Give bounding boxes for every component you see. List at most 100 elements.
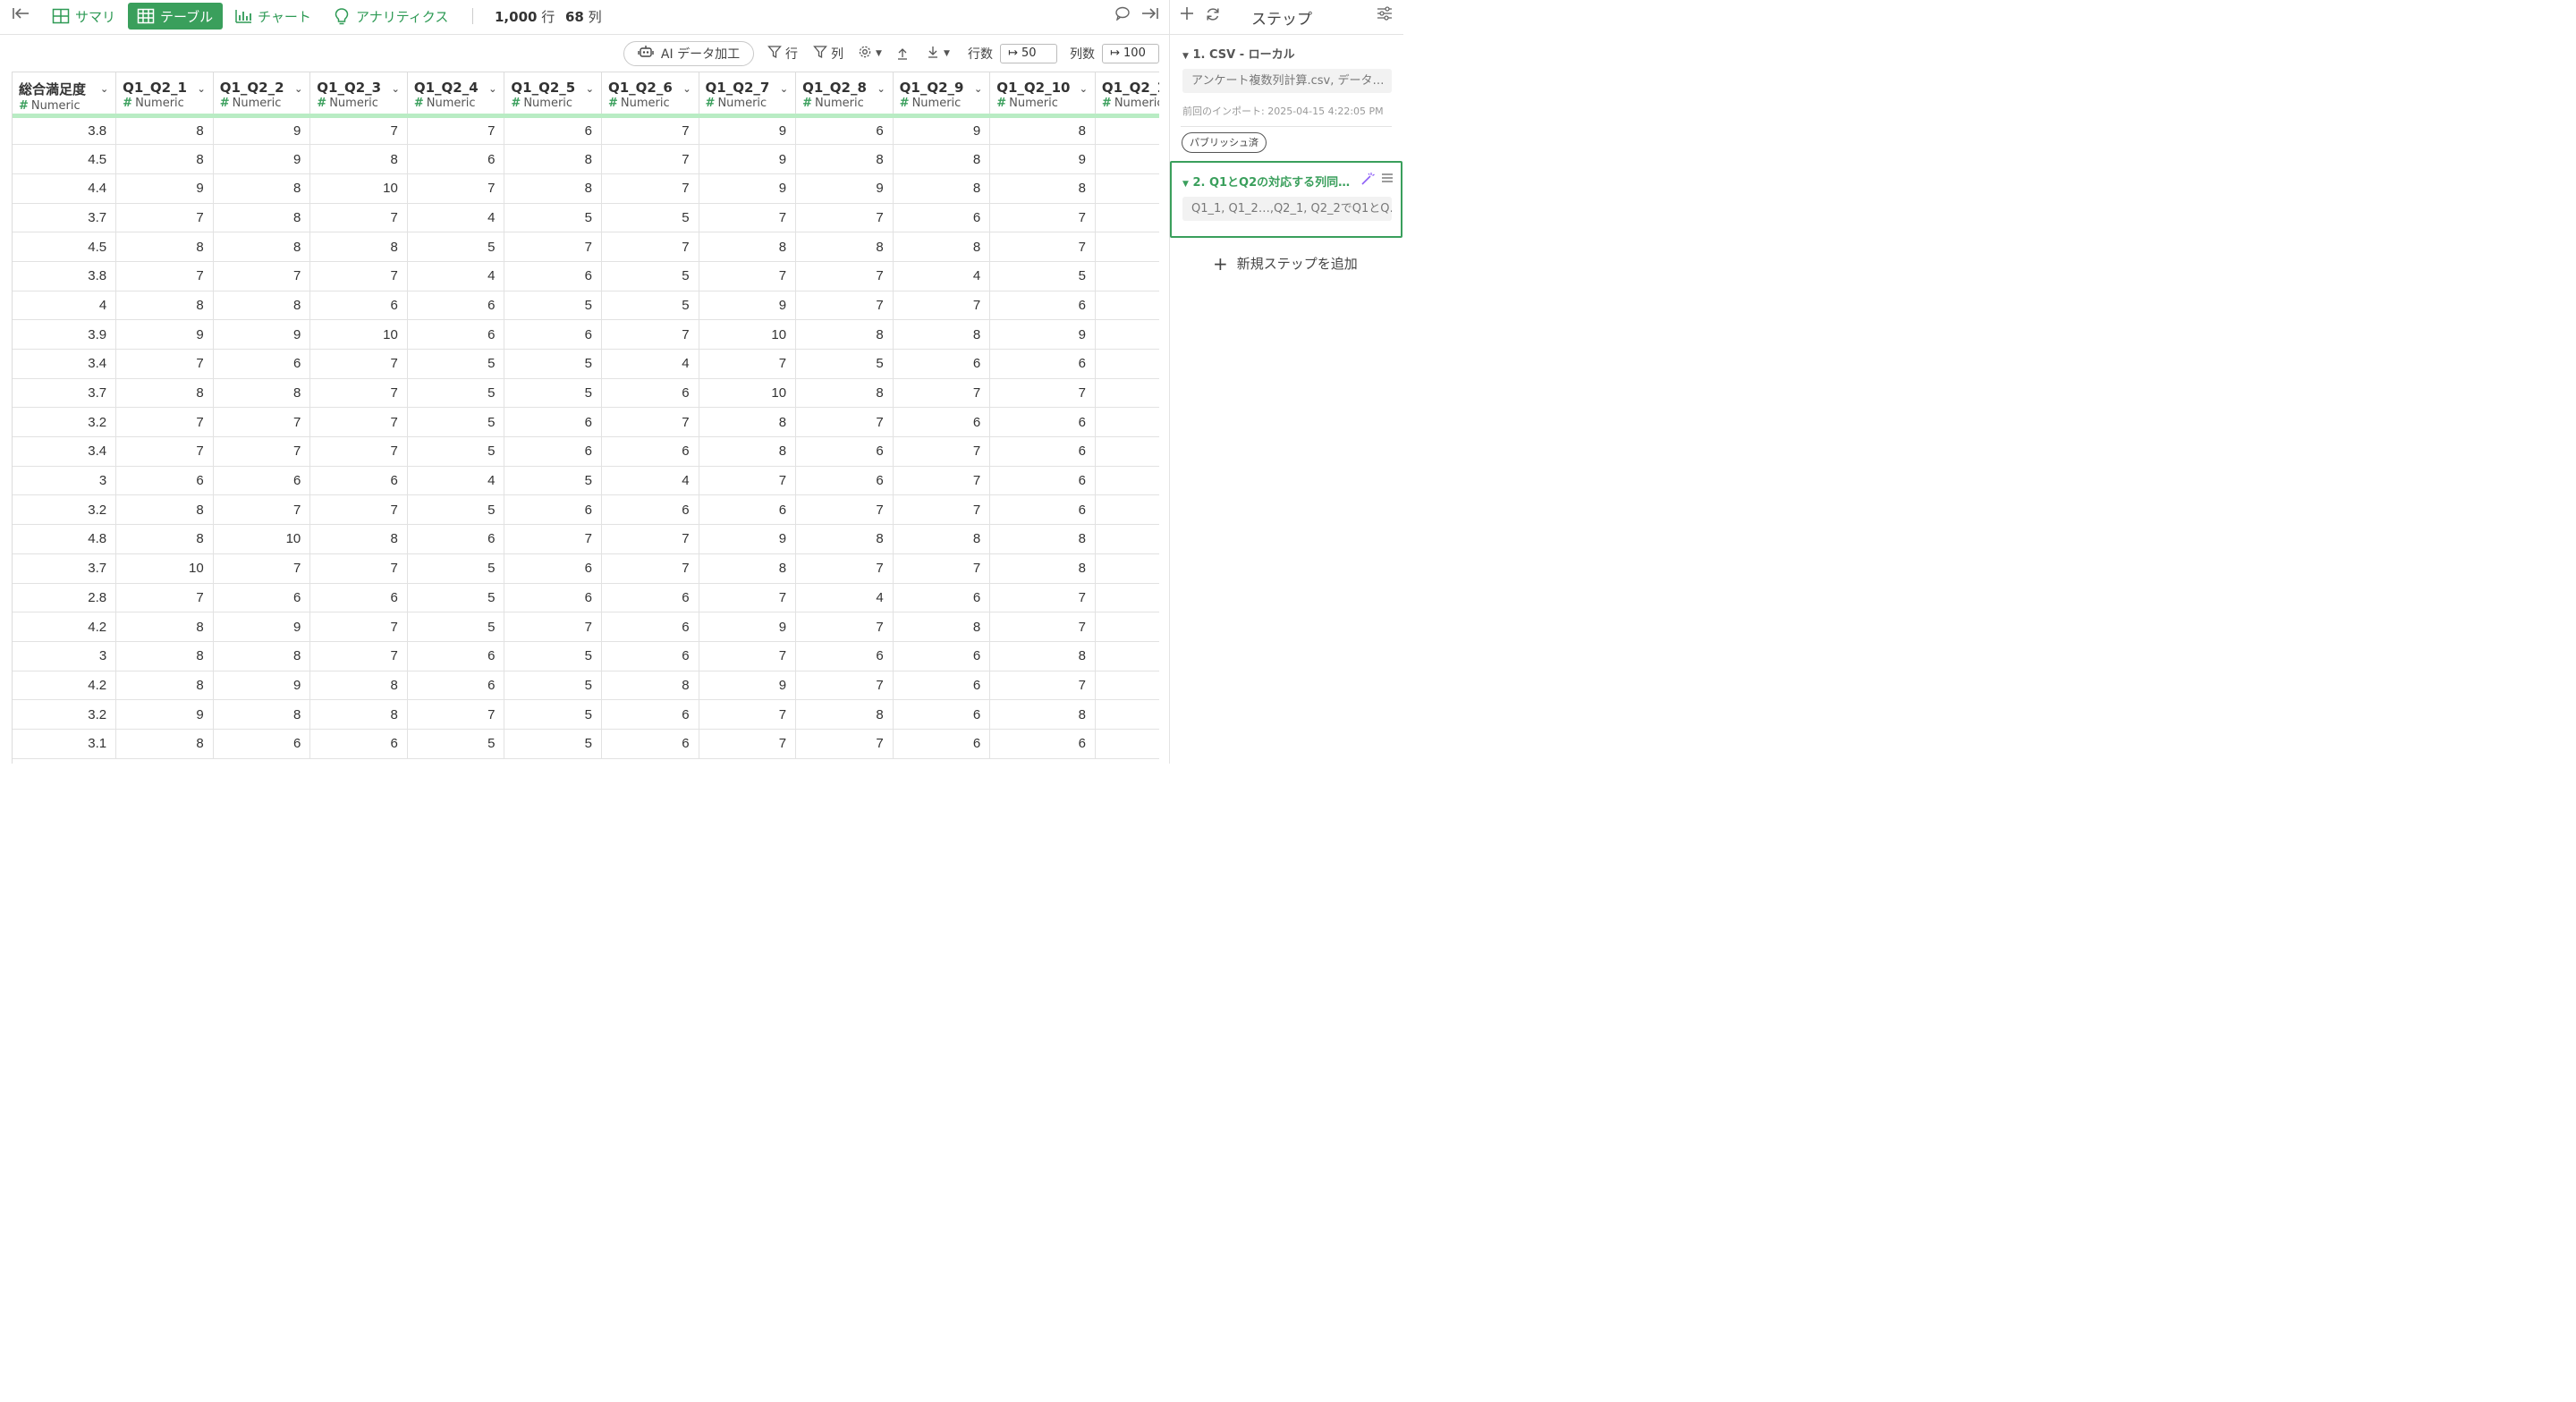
table-cell[interactable]: 6 [309, 466, 408, 496]
table-cell[interactable]: 5 [989, 261, 1096, 291]
table-cell[interactable]: 7 [893, 378, 991, 409]
table-cell[interactable]: 8 [115, 641, 214, 671]
table-cell[interactable]: 7 [795, 261, 894, 291]
table-cell[interactable]: 7 [601, 524, 699, 554]
table-cell[interactable]: 10 [309, 173, 408, 204]
table-cell[interactable]: 6 [893, 203, 991, 233]
table-cell[interactable]: 7 [309, 261, 408, 291]
table-cell[interactable]: 5 [795, 349, 894, 379]
table-cell[interactable]: 6 [407, 144, 505, 174]
table-cell[interactable]: 8 [893, 173, 991, 204]
table-cell[interactable]: 5 [504, 291, 602, 321]
column-header[interactable]: Q1_Q2_6 # Numeric ⌄ [601, 72, 699, 118]
table-cell[interactable]: 7 [309, 494, 408, 526]
table-cell[interactable]: 8 [699, 407, 797, 438]
table-cell[interactable]: 7 [407, 173, 505, 204]
table-cell[interactable]: 6 [213, 729, 311, 759]
table-cell[interactable]: 8 [601, 671, 699, 701]
step-2-card[interactable]: ▼ 2. Q1とQ2の対応する列同… Q1_1, Q1_2…,Q2_1, Q2_… [1170, 161, 1402, 238]
table-cell[interactable]: 3.9 [13, 319, 117, 350]
table-cell[interactable]: 7 [601, 232, 699, 262]
table-cell[interactable]: 4 [795, 583, 894, 613]
table-cell[interactable]: 9 [699, 291, 797, 321]
table-cell[interactable]: 8 [309, 232, 408, 262]
table-cell[interactable]: 7 [989, 671, 1096, 701]
table-cell[interactable]: 3.1 [13, 729, 117, 759]
table-cell[interactable]: 4.2 [13, 671, 117, 701]
table-cell[interactable] [1095, 203, 1159, 233]
table-cell[interactable]: 7 [893, 466, 991, 496]
column-header[interactable]: Q1_Q2_3 # Numeric ⌄ [309, 72, 408, 118]
table-cell[interactable]: 8 [504, 144, 602, 174]
table-cell[interactable]: 6 [213, 583, 311, 613]
table-cell[interactable]: 3.2 [13, 407, 117, 438]
table-cell[interactable]: 9 [213, 115, 311, 146]
table-cell[interactable]: 9 [699, 173, 797, 204]
table-cell[interactable]: 6 [795, 466, 894, 496]
table-cell[interactable]: 4 [407, 261, 505, 291]
table-cell[interactable]: 5 [504, 671, 602, 701]
table-cell[interactable]: 4.5 [13, 144, 117, 174]
table-cell[interactable]: 5 [504, 349, 602, 379]
table-cell[interactable]: 6 [504, 319, 602, 350]
table-cell[interactable]: 7 [115, 349, 214, 379]
column-header[interactable]: Q1_Q2_9 # Numeric ⌄ [893, 72, 991, 118]
table-cell[interactable] [1095, 436, 1159, 467]
chevron-down-icon[interactable]: ⌄ [198, 83, 206, 95]
table-cell[interactable]: 8 [213, 232, 311, 262]
table-cell[interactable]: 6 [213, 349, 311, 379]
column-limit-button[interactable]: ↦ 100 [1102, 44, 1159, 63]
table-cell[interactable] [1095, 466, 1159, 496]
table-cell[interactable]: 4 [407, 203, 505, 233]
tab-chart[interactable]: チャート [225, 3, 320, 30]
table-cell[interactable]: 8 [989, 641, 1096, 671]
table-cell[interactable]: 8 [115, 144, 214, 174]
table-cell[interactable]: 9 [989, 319, 1096, 350]
table-cell[interactable]: 10 [213, 524, 311, 554]
table-cell[interactable]: 8 [213, 291, 311, 321]
table-cell[interactable]: 3.8 [13, 261, 117, 291]
table-cell[interactable] [1095, 144, 1159, 174]
table-cell[interactable]: 6 [989, 407, 1096, 438]
table-cell[interactable]: 8 [115, 612, 214, 642]
table-cell[interactable]: 6 [601, 378, 699, 409]
chevron-down-icon[interactable]: ⌄ [1080, 83, 1088, 95]
table-cell[interactable]: 8 [115, 115, 214, 146]
table-cell[interactable]: 9 [213, 319, 311, 350]
table-cell[interactable]: 6 [504, 436, 602, 467]
table-cell[interactable] [1095, 641, 1159, 671]
table-cell[interactable]: 6 [893, 641, 991, 671]
table-cell[interactable]: 9 [989, 144, 1096, 174]
table-cell[interactable] [1095, 729, 1159, 759]
table-cell[interactable]: 7 [699, 349, 797, 379]
table-cell[interactable]: 9 [115, 173, 214, 204]
table-cell[interactable]: 5 [601, 203, 699, 233]
table-cell[interactable]: 3.4 [13, 349, 117, 379]
table-cell[interactable]: 7 [213, 436, 311, 467]
table-cell[interactable]: 4.2 [13, 612, 117, 642]
table-cell[interactable]: 7 [601, 407, 699, 438]
table-cell[interactable]: 7 [699, 203, 797, 233]
table-cell[interactable] [1095, 553, 1159, 584]
table-cell[interactable]: 7 [601, 319, 699, 350]
table-cell[interactable]: 6 [893, 699, 991, 730]
table-cell[interactable]: 7 [213, 494, 311, 526]
table-cell[interactable]: 6 [893, 671, 991, 701]
table-cell[interactable]: 6 [407, 524, 505, 554]
table-cell[interactable] [1095, 671, 1159, 701]
table-cell[interactable]: 10 [699, 319, 797, 350]
table-cell[interactable]: 8 [893, 144, 991, 174]
table-cell[interactable]: 10 [309, 319, 408, 350]
settings-dropdown[interactable]: ▼ [858, 41, 882, 66]
table-cell[interactable]: 2.8 [13, 583, 117, 613]
table-cell[interactable]: 7 [795, 291, 894, 321]
table-cell[interactable]: 6 [601, 729, 699, 759]
table-cell[interactable]: 9 [115, 699, 214, 730]
table-cell[interactable]: 6 [115, 466, 214, 496]
table-cell[interactable]: 6 [504, 115, 602, 146]
table-cell[interactable]: 9 [115, 319, 214, 350]
table-cell[interactable]: 8 [795, 319, 894, 350]
table-cell[interactable]: 6 [601, 436, 699, 467]
table-cell[interactable]: 6 [601, 494, 699, 526]
table-cell[interactable] [1095, 173, 1159, 204]
